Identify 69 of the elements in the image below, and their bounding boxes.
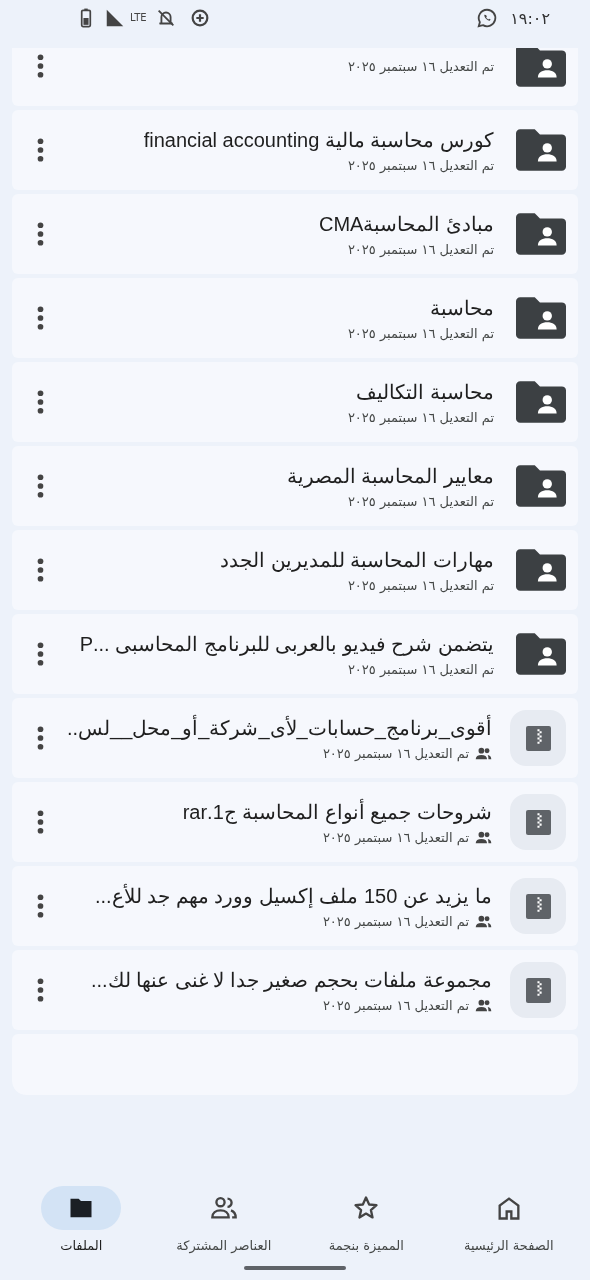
more-icon [36, 54, 44, 78]
file-row[interactable]: كورس محاسبة مالية financial accounting تم التعديل ١٦ سبتمبر ٢٠٢٥ [12, 110, 578, 190]
file-row[interactable]: ما يزيد عن 150 ملف إكسيل وورد مهم جد للأع... تم التعديل ١٦ سبتمبر ٢٠٢٥ [12, 866, 578, 946]
shared-folder-icon [516, 465, 566, 507]
modified-date: تم التعديل ١٦ سبتمبر ٢٠٢٥ [347, 409, 494, 425]
more-icon [36, 474, 44, 498]
file-row[interactable]: محاسبة تم التعديل ١٦ سبتمبر ٢٠٢٥ [12, 278, 578, 358]
file-name: مهارات المحاسبة للمديرين الجدد [219, 547, 494, 572]
file-row[interactable]: معايير المحاسبة المصرية تم التعديل ١٦ سبتمبر ٢٠٢٥ [12, 446, 578, 526]
more-icon [36, 222, 44, 246]
zip-icon [525, 725, 551, 751]
file-row[interactable]: مبادئ المحاسبةCMA تم التعديل ١٦ سبتمبر ٢٠٢٥ [12, 194, 578, 274]
nav-tab[interactable]: الصفحة الرئيسية [443, 1174, 574, 1266]
star-icon [352, 1194, 381, 1222]
file-row[interactable]: مهارات المحاسبة للمديرين الجدد تم التعديل ١٦ سبتمبر ٢٠٢٥ [12, 530, 578, 610]
modified-date: تم التعديل ١٦ سبتمبر ٢٠٢٥ [322, 997, 469, 1013]
zip-icon [525, 809, 551, 835]
nav-tab[interactable]: الملفات [16, 1174, 147, 1266]
shared-folder-icon [516, 549, 566, 591]
nav-tab[interactable]: المميزة بنجمة [301, 1174, 432, 1266]
file-name: مجموعة ملفات بحجم صغير جدا لا غنى عنها لك... [89, 967, 492, 992]
nav-tab[interactable]: العناصر المشتركة [158, 1174, 289, 1266]
people-icon [209, 1194, 238, 1222]
file-row[interactable]: أقوى_برنامج_حسابات_لأى_شركة_أو_محل__لس.. تم التعديل ١٦ سبتمبر ٢٠٢٥ [12, 698, 578, 778]
signal-icon [104, 7, 126, 29]
file-name: مبادئ المحاسبةCMA [318, 211, 494, 236]
file-name: كورس محاسبة مالية financial accounting [142, 127, 494, 152]
shared-folder-icon [516, 129, 566, 171]
shared-folder-icon [516, 297, 566, 339]
modified-date: تم التعديل ١٦ سبتمبر ٢٠٢٥ [347, 325, 494, 341]
more-icon [36, 642, 44, 666]
file-name: ما يزيد عن 150 ملف إكسيل وورد مهم جد للأع... [93, 883, 492, 908]
chat-app-icon [476, 7, 499, 29]
more-icon [36, 726, 44, 750]
modified-date: تم التعديل ١٦ سبتمبر ٢٠٢٥ [347, 661, 494, 677]
file-row[interactable]: محاسبة التكاليف تم التعديل ١٦ سبتمبر ٢٠٢٥ [12, 362, 578, 442]
modified-date: تم التعديل ١٦ سبتمبر ٢٠٢٥ [347, 58, 494, 74]
zip-icon [525, 977, 551, 1003]
clock-time: ١٩:٠٢ [510, 8, 550, 28]
file-name: شروحات جميع أنواع المحاسبة ج1.rar [181, 799, 492, 824]
modified-date: تم التعديل ١٦ سبتمبر ٢٠٢٥ [347, 577, 494, 593]
modified-date: تم التعديل ١٦ سبتمبر ٢٠٢٥ [322, 829, 469, 845]
shared-folder-icon [516, 381, 566, 423]
modified-date: تم التعديل ١٦ سبتمبر ٢٠٢٥ [347, 157, 494, 173]
modified-date: تم التعديل ١٦ سبتمبر ٢٠٢٥ [347, 493, 494, 509]
shared-folder-icon [516, 633, 566, 675]
more-icon [36, 810, 44, 834]
file-row[interactable]: شروحات جميع أنواع المحاسبة ج1.rar تم التعديل ١٦ سبتمبر ٢٠٢٥ [12, 782, 578, 862]
modified-date: تم التعديل ١٦ سبتمبر ٢٠٢٥ [322, 745, 469, 761]
file-name: معايير المحاسبة المصرية [285, 463, 494, 488]
file-row[interactable]: يتضمن شرح فيديو بالعربى للبرنامج المحاسبى ...P تم التعديل ١٦ سبتمبر ٢٠٢٥ [12, 614, 578, 694]
modified-date: تم التعديل ١٦ سبتمبر ٢٠٢٥ [347, 241, 494, 257]
file-name: محاسبة التكاليف [355, 379, 494, 404]
more-icon [36, 138, 44, 162]
more-icon [36, 390, 44, 414]
battery-icon [80, 7, 92, 29]
file-name: محاسبة [429, 295, 494, 320]
more-icon [36, 306, 44, 330]
more-icon [36, 894, 44, 918]
network-type: LTE [130, 13, 147, 23]
shared-folder-icon [516, 213, 566, 255]
modified-date: تم التعديل ١٦ سبتمبر ٢٠٢٥ [322, 913, 469, 929]
more-icon [36, 558, 44, 582]
shared-folder-icon [516, 48, 566, 87]
zip-icon [525, 893, 551, 919]
file-row[interactable]: تم التعديل ١٦ سبتمبر ٢٠٢٥ [12, 48, 578, 106]
file-name: يتضمن شرح فيديو بالعربى للبرنامج المحاسبى ...P [78, 631, 494, 656]
more-icon [36, 978, 44, 1002]
file-row[interactable]: مجموعة ملفات بحجم صغير جدا لا غنى عنها لك... تم التعديل ١٦ سبتمبر ٢٠٢٥ [12, 950, 578, 1030]
